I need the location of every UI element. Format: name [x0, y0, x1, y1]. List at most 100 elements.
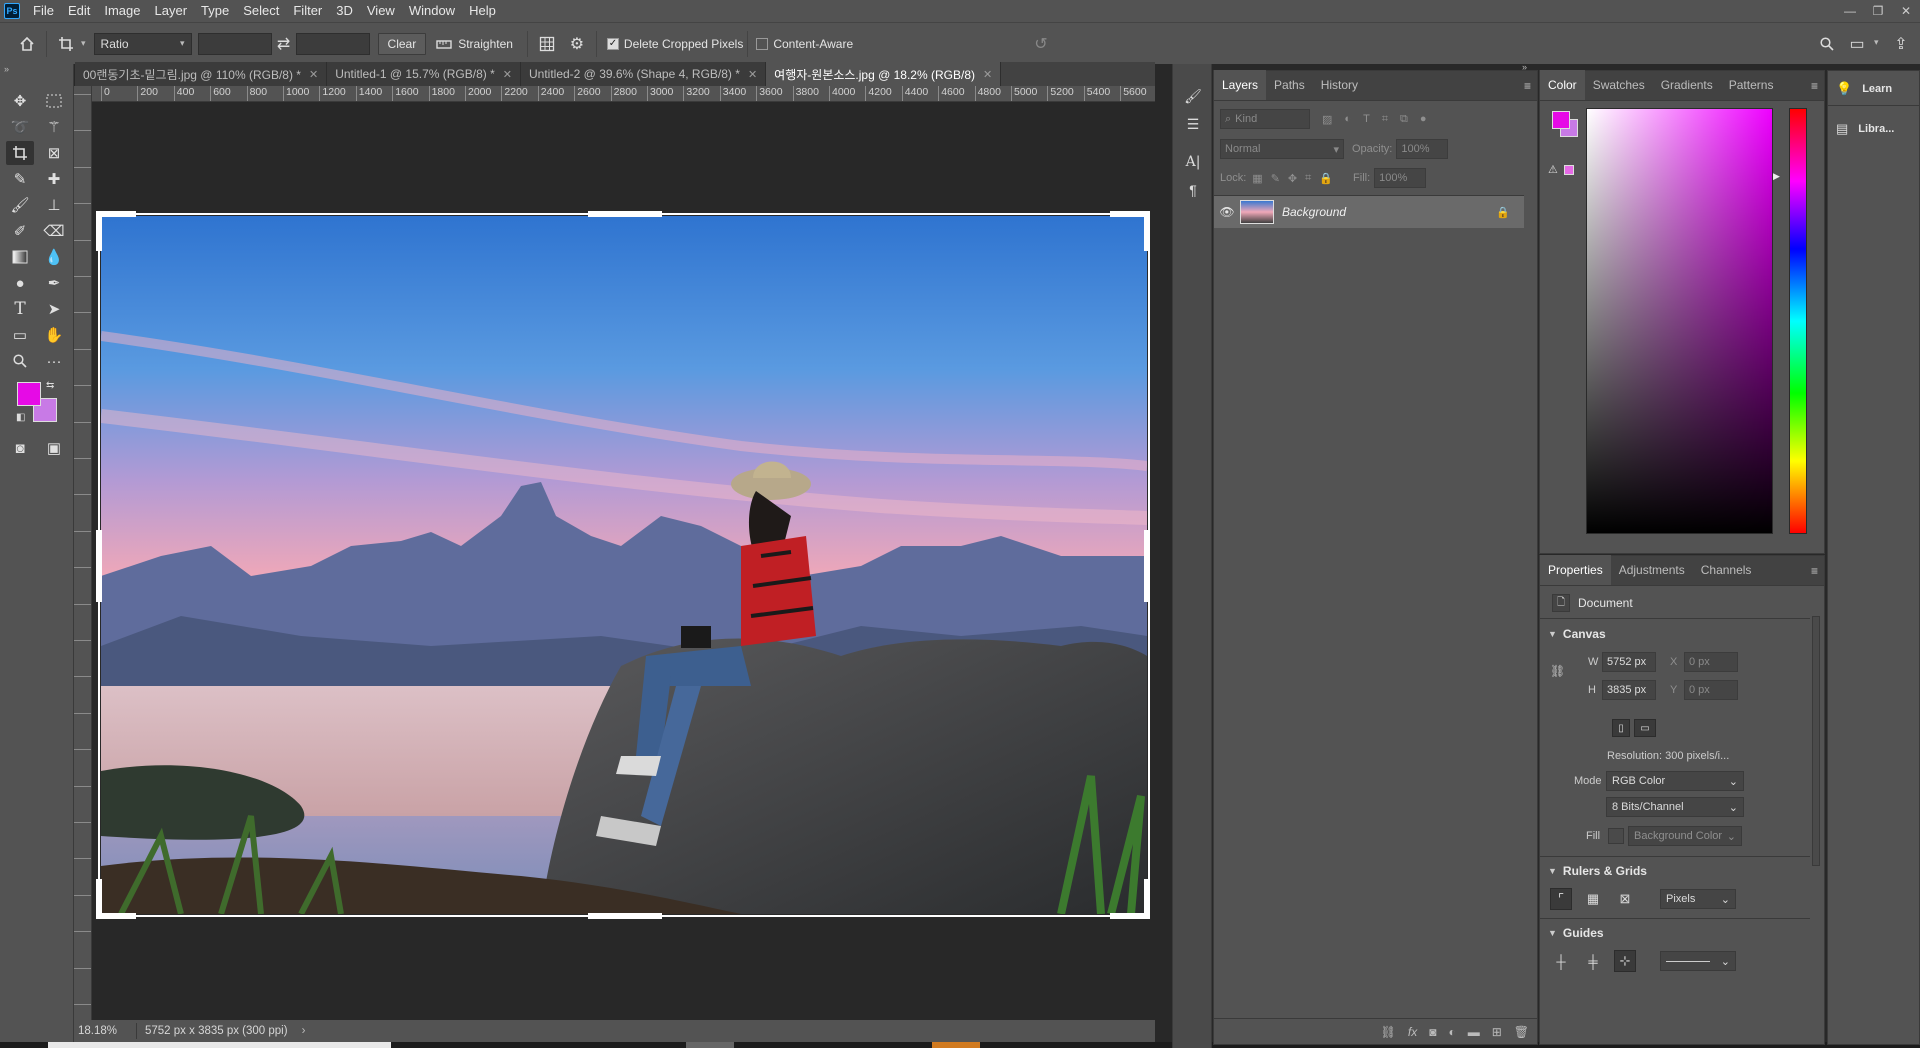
menu-view[interactable]: View: [360, 0, 402, 22]
document-image[interactable]: [101, 216, 1147, 914]
lasso-tool-icon[interactable]: ➰: [6, 115, 34, 139]
quick-mask-icon[interactable]: ◙: [6, 436, 34, 460]
delete-cropped-pixels-checkbox[interactable]: ✓ Delete Cropped Pixels: [606, 37, 743, 51]
tab-history[interactable]: History: [1313, 70, 1366, 100]
restore-button[interactable]: ❐: [1864, 0, 1892, 22]
pixel-filter-icon[interactable]: ▨: [1322, 113, 1332, 126]
crop-tool-preset-icon[interactable]: [51, 29, 81, 59]
tab-swatches[interactable]: Swatches: [1585, 70, 1653, 100]
kind-filter-dropdown[interactable]: ⌕ Kind: [1220, 109, 1310, 129]
reset-icon[interactable]: ↺: [1026, 29, 1056, 59]
straighten-label[interactable]: Straighten: [458, 37, 513, 51]
close-button[interactable]: ✕: [1892, 0, 1920, 22]
path-selection-tool-icon[interactable]: ➤: [40, 297, 68, 321]
clone-stamp-tool-icon[interactable]: ⊥: [40, 193, 68, 217]
pixel-grid-icon[interactable]: ⊠: [1614, 888, 1636, 910]
libraries-button[interactable]: ▤ Libra...: [1836, 121, 1894, 137]
close-icon[interactable]: ✕: [503, 68, 512, 81]
smart-guides-icon[interactable]: ╪: [1582, 950, 1604, 972]
lock-pixels-icon[interactable]: ✎: [1271, 172, 1280, 185]
lock-artboard-icon[interactable]: ⌗: [1305, 172, 1311, 185]
landscape-icon[interactable]: ▭: [1634, 719, 1656, 737]
tab-gradients[interactable]: Gradients: [1653, 70, 1721, 100]
workspace-icon[interactable]: ▭: [1842, 29, 1872, 59]
properties-scrollbar[interactable]: [1812, 616, 1820, 866]
doc-tab-4[interactable]: 여행자-원본소스.jpg @ 18.2% (RGB/8) ✕: [766, 62, 1002, 86]
menu-filter[interactable]: Filter: [286, 0, 329, 22]
crop-handle-bottom[interactable]: [588, 913, 662, 919]
fx-icon[interactable]: fx: [1408, 1025, 1417, 1039]
new-layer-icon[interactable]: ⊞: [1492, 1025, 1502, 1039]
pen-tool-icon[interactable]: ✒: [40, 271, 68, 295]
foreground-color-swatch[interactable]: [17, 382, 41, 406]
crop-handle-top-left[interactable]: [96, 211, 136, 217]
add-mask-icon[interactable]: ◙: [1429, 1025, 1436, 1039]
learn-button[interactable]: 💡 Learn: [1836, 81, 1892, 97]
doc-tab-3[interactable]: Untitled-2 @ 39.6% (Shape 4, RGB/8) * ✕: [520, 62, 767, 86]
shape-filter-icon[interactable]: ⌗: [1382, 113, 1388, 126]
canvas-section-header[interactable]: ▼ Canvas: [1548, 627, 1606, 641]
zoom-tool-icon[interactable]: [6, 349, 34, 373]
straighten-icon[interactable]: [430, 29, 458, 59]
opacity-input[interactable]: 100%: [1396, 139, 1449, 159]
more-tools-icon[interactable]: ···: [40, 349, 68, 373]
minimize-button[interactable]: —: [1836, 0, 1864, 22]
close-icon[interactable]: ✕: [309, 68, 318, 81]
tab-paths[interactable]: Paths: [1266, 70, 1313, 100]
taskbar-item[interactable]: [686, 1042, 734, 1048]
collapse-arrows-icon[interactable]: »: [4, 64, 9, 74]
units-dropdown[interactable]: Pixels ⌄: [1660, 889, 1736, 909]
menu-type[interactable]: Type: [194, 0, 236, 22]
rectangle-tool-icon[interactable]: ▭: [6, 323, 34, 347]
move-tool-icon[interactable]: ✥: [6, 89, 34, 113]
swap-arrows-icon[interactable]: ⇄: [272, 29, 296, 59]
menu-image[interactable]: Image: [97, 0, 147, 22]
crop-tool-icon[interactable]: [6, 141, 34, 165]
grid-icon[interactable]: ▦: [1582, 888, 1604, 910]
menu-file[interactable]: File: [26, 0, 61, 22]
lock-all-icon[interactable]: 🔒: [1319, 172, 1333, 185]
clear-button[interactable]: Clear: [377, 32, 427, 55]
crop-handle-left[interactable]: [96, 530, 102, 602]
zoom-level[interactable]: 18.18%: [78, 1025, 128, 1037]
tab-patterns[interactable]: Patterns: [1721, 70, 1782, 100]
eye-icon[interactable]: 👁: [1214, 205, 1240, 219]
overlay-grid-icon[interactable]: [532, 29, 562, 59]
menu-edit[interactable]: Edit: [61, 0, 97, 22]
home-icon[interactable]: [12, 29, 42, 59]
tab-channels[interactable]: Channels: [1693, 555, 1760, 585]
character-panel-icon[interactable]: A|: [1181, 150, 1205, 174]
eyedropper-tool-icon[interactable]: ✎: [6, 167, 34, 191]
bits-dropdown[interactable]: 8 Bits/Channel ⌄: [1606, 797, 1744, 817]
crop-handle-bottom-left[interactable]: [96, 913, 136, 919]
history-brush-tool-icon[interactable]: ✐: [6, 219, 34, 243]
paragraph-panel-icon[interactable]: ¶: [1181, 178, 1205, 202]
trash-icon[interactable]: 🗑: [1514, 1025, 1529, 1039]
healing-brush-tool-icon[interactable]: ✚: [40, 167, 68, 191]
tab-color[interactable]: Color: [1540, 70, 1585, 100]
tab-layers[interactable]: Layers: [1214, 70, 1267, 100]
smart-object-filter-icon[interactable]: ⧉: [1400, 113, 1408, 126]
swap-colors-icon[interactable]: ⇆: [46, 380, 54, 391]
width-input[interactable]: 5752 px: [1602, 652, 1656, 672]
screen-mode-icon[interactable]: ▣: [40, 436, 68, 460]
adjustments-sliders-icon[interactable]: ☰: [1181, 112, 1205, 136]
crop-handle-top[interactable]: [588, 211, 662, 217]
default-colors-icon[interactable]: ◧: [16, 412, 25, 423]
adjustment-layer-icon[interactable]: ◐: [1448, 1025, 1455, 1039]
color-field[interactable]: [1586, 108, 1773, 534]
layer-name[interactable]: Background: [1282, 205, 1346, 219]
marquee-tool-icon[interactable]: [40, 89, 68, 113]
fill-dropdown[interactable]: Background Color ⌄: [1628, 826, 1742, 846]
lock-transparent-icon[interactable]: ▦: [1252, 172, 1262, 185]
search-icon[interactable]: [1812, 29, 1842, 59]
guides-section-header[interactable]: ▼ Guides: [1548, 926, 1604, 940]
close-icon[interactable]: ✕: [983, 68, 992, 81]
type-tool-icon[interactable]: T: [6, 297, 34, 321]
menu-select[interactable]: Select: [236, 0, 286, 22]
close-icon[interactable]: ✕: [748, 68, 757, 81]
tab-adjustments[interactable]: Adjustments: [1611, 555, 1693, 585]
menu-3d[interactable]: 3D: [329, 0, 360, 22]
foreground-color-swatch[interactable]: [1552, 111, 1570, 129]
chevron-down-icon[interactable]: ▾: [81, 38, 86, 49]
